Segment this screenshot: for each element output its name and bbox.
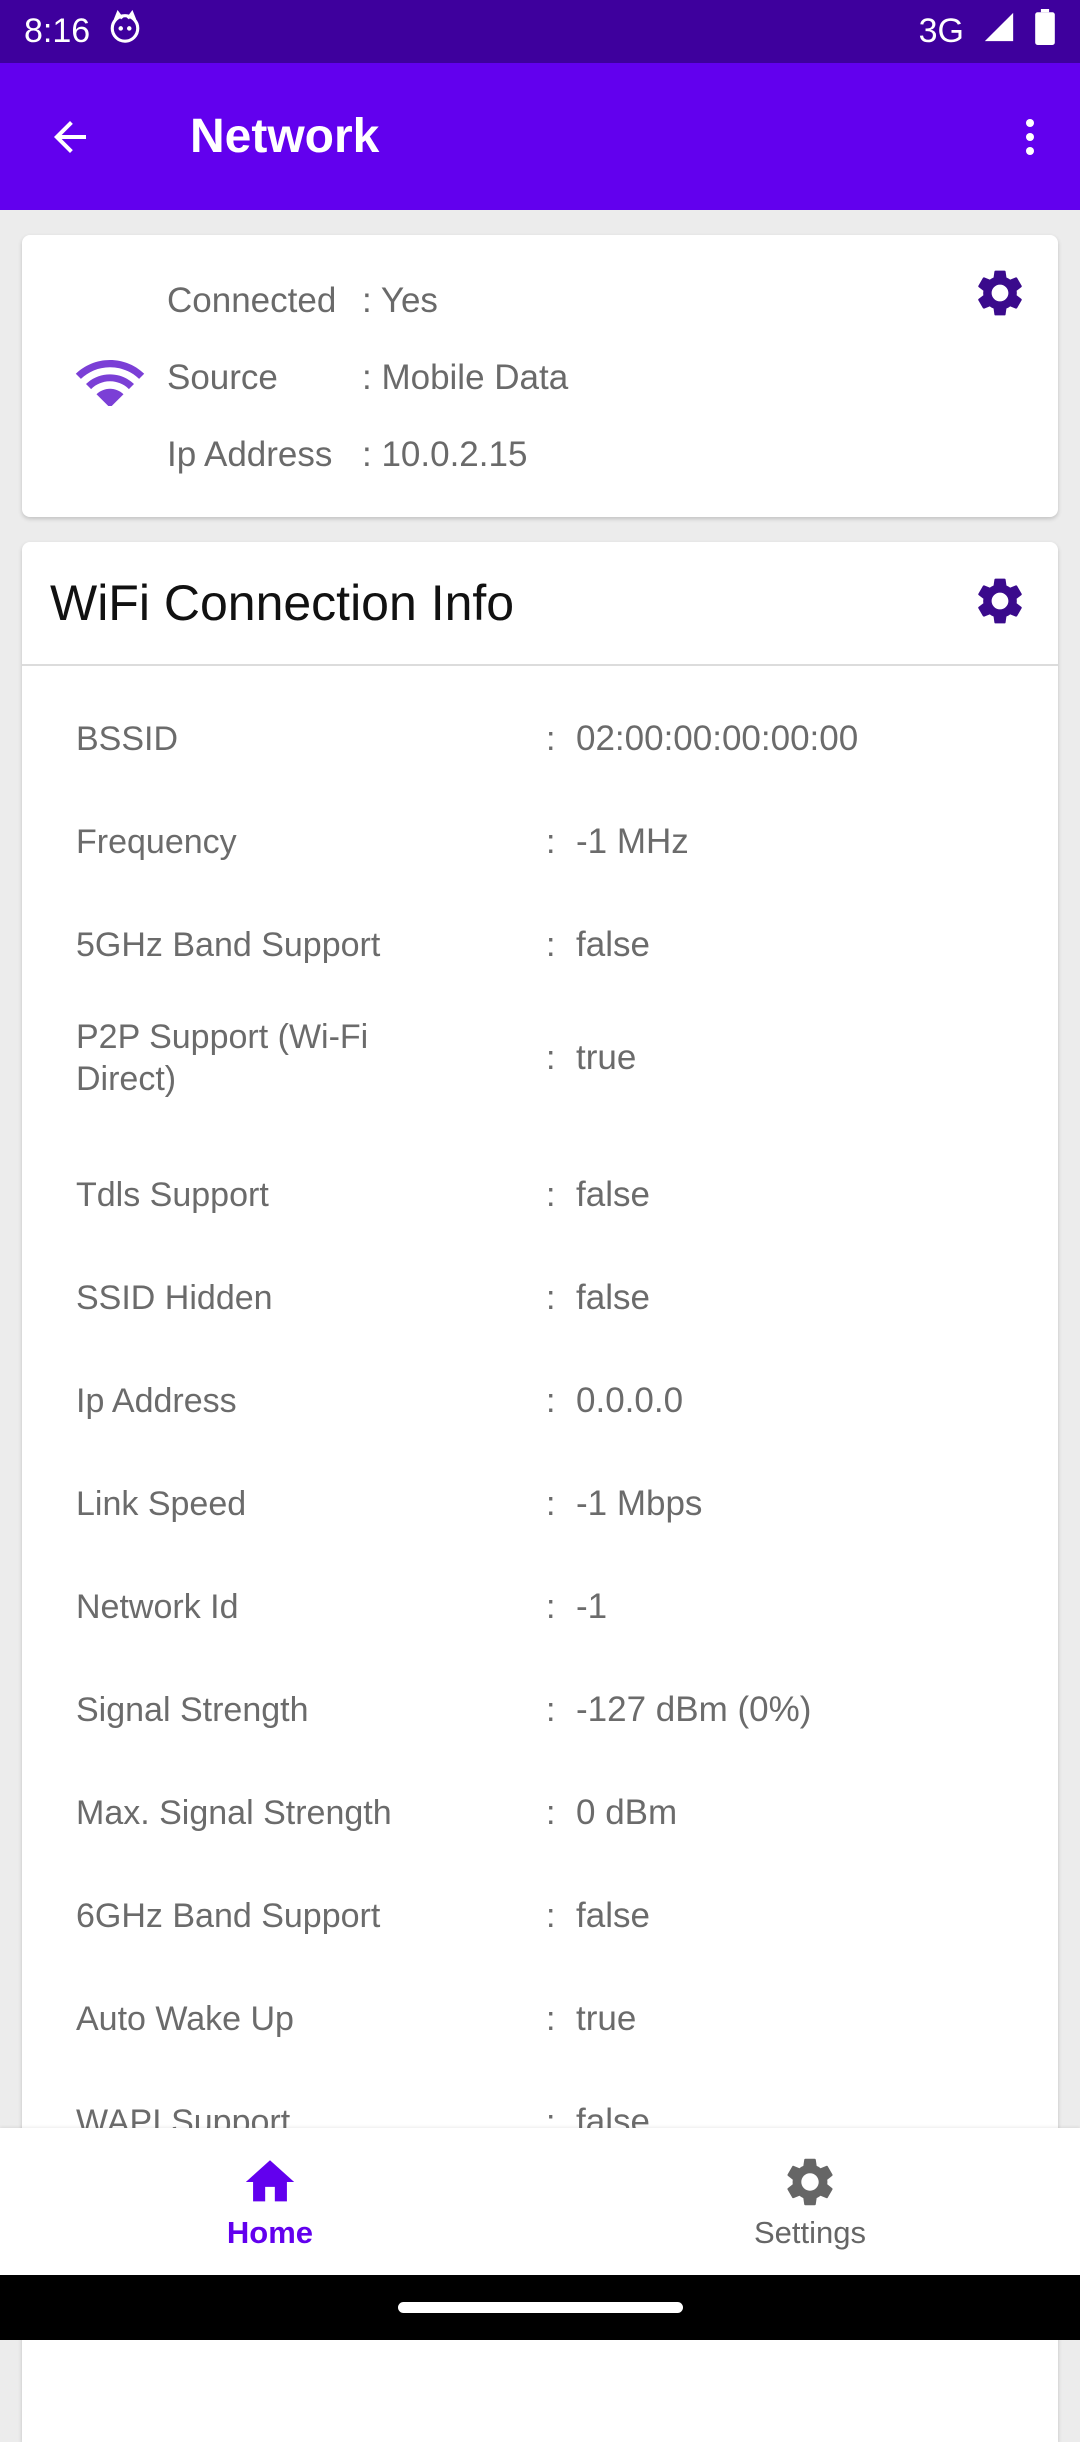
info-row-ssid-hidden: SSID Hidden : false: [76, 1263, 1026, 1333]
summary-settings-button[interactable]: [972, 265, 1028, 326]
system-gesture-bar: [0, 2275, 1080, 2340]
info-row-tdls-support: Tdls Support : false: [76, 1160, 1026, 1230]
wifi-info-header: WiFi Connection Info: [22, 542, 1058, 666]
info-separator: :: [546, 1690, 556, 1729]
info-label: Ip Address: [76, 1382, 237, 1420]
info-row-link-speed: Link Speed : -1 Mbps: [76, 1469, 1026, 1539]
info-label: 6GHz Band Support: [76, 1897, 381, 1935]
info-value: 02:00:00:00:00:00: [576, 719, 859, 758]
info-value: -1: [576, 1587, 608, 1626]
info-label: BSSID: [76, 720, 179, 758]
info-separator: :: [546, 1999, 556, 2038]
info-label: WAPI Support: [76, 2103, 291, 2128]
battery-icon: [1034, 9, 1056, 54]
info-row-signal-strength: Signal Strength : -127 dBm (0%): [76, 1675, 1026, 1745]
info-label: SSID Hidden: [76, 1279, 273, 1317]
info-value: false: [576, 1175, 650, 1214]
info-separator: :: [546, 822, 556, 861]
summary-value: : Mobile Data: [362, 358, 569, 397]
nav-settings[interactable]: Settings: [540, 2128, 1080, 2275]
network-type: 3G: [918, 12, 964, 50]
summary-value: : 10.0.2.15: [362, 435, 528, 474]
info-row-max-signal-strength: Max. Signal Strength : 0 dBm: [76, 1778, 1026, 1848]
nav-home-label: Home: [226, 2214, 314, 2250]
info-label: Frequency: [76, 823, 237, 861]
summary-label: Source: [167, 358, 278, 397]
info-value: -1 MHz: [576, 822, 689, 861]
page-title: Network: [190, 110, 380, 163]
summary-label: Ip Address: [167, 435, 333, 474]
gear-icon: [978, 270, 1022, 316]
wifi-info-title: WiFi Connection Info: [50, 575, 515, 631]
info-separator: :: [546, 1484, 556, 1523]
info-separator: :: [546, 2102, 556, 2129]
home-gesture-handle[interactable]: [397, 2302, 683, 2313]
connection-summary-card: Connected : Yes Source : Mobile Data Ip …: [22, 235, 1058, 517]
info-separator: :: [546, 719, 556, 758]
wifi-info-list[interactable]: BSSID : 02:00:00:00:00:00 Frequency : -1…: [22, 668, 1058, 2128]
info-row-network-id: Network Id : -1: [76, 1572, 1026, 1642]
nav-home[interactable]: Home: [0, 2128, 540, 2275]
bottom-navigation: Home Settings: [0, 2128, 1080, 2275]
info-separator: :: [546, 1175, 556, 1214]
info-value: -1 Mbps: [576, 1484, 703, 1523]
app-bar: Network: [0, 63, 1080, 210]
info-separator: :: [546, 1038, 556, 1077]
wifi-icon: [74, 350, 146, 411]
info-value: 0 dBm: [576, 1793, 678, 1832]
info-value: true: [576, 1038, 637, 1077]
info-row-auto-wake-up: Auto Wake Up : true: [76, 1984, 1026, 2054]
info-label: P2P Support (Wi-Fi Direct): [76, 1018, 369, 1098]
status-time: 8:16: [24, 12, 91, 50]
info-row-bssid: BSSID : 02:00:00:00:00:00: [76, 704, 1026, 774]
info-row-6ghz-band: 6GHz Band Support : false: [76, 1881, 1026, 1951]
info-label: Auto Wake Up: [76, 2000, 294, 2038]
info-value: -127 dBm (0%): [576, 1690, 812, 1729]
overflow-menu-button[interactable]: [980, 63, 1080, 210]
info-label: Link Speed: [76, 1485, 247, 1523]
status-bar: 8:16 3G: [0, 0, 1080, 63]
info-value: true: [576, 1999, 637, 2038]
nav-settings-label: Settings: [753, 2214, 866, 2250]
back-button[interactable]: [0, 63, 140, 210]
info-separator: :: [546, 1587, 556, 1626]
info-separator: :: [546, 1381, 556, 1420]
info-label: Network Id: [76, 1588, 239, 1626]
info-row-p2p-support: P2P Support (Wi-Fi Direct) : true: [76, 1010, 1026, 1106]
info-label: Tdls Support: [76, 1176, 269, 1214]
info-label: Signal Strength: [76, 1691, 309, 1729]
summary-label: Connected: [167, 281, 337, 320]
info-separator: :: [546, 1793, 556, 1832]
info-value: 0.0.0.0: [576, 1381, 684, 1420]
home-icon: [245, 2159, 295, 2201]
info-separator: :: [546, 1278, 556, 1317]
info-row-wapi-support: WAPI Support : false: [76, 2087, 1026, 2128]
more-vert-icon: [1026, 118, 1034, 155]
info-separator: :: [546, 1896, 556, 1935]
gear-icon: [787, 2158, 833, 2205]
summary-row-source: Source : Mobile Data: [167, 358, 568, 398]
info-value: false: [576, 925, 650, 964]
info-label: 5GHz Band Support: [76, 926, 381, 964]
notification-cat-icon: [108, 9, 142, 53]
signal-icon: [982, 10, 1016, 53]
info-value: false: [576, 1896, 650, 1935]
info-row-frequency: Frequency : -1 MHz: [76, 807, 1026, 877]
info-row-5ghz-band: 5GHz Band Support : false: [76, 910, 1026, 980]
gear-icon: [978, 578, 1022, 623]
info-value: false: [576, 1278, 650, 1317]
summary-row-connected: Connected : Yes: [167, 281, 438, 321]
info-row-ip-address: Ip Address : 0.0.0.0: [76, 1366, 1026, 1436]
info-separator: :: [546, 925, 556, 964]
wifi-info-settings-button[interactable]: [972, 573, 1028, 634]
summary-row-ip-address: Ip Address : 10.0.2.15: [167, 435, 527, 475]
summary-value: : Yes: [362, 281, 438, 320]
arrow-back-icon: [54, 120, 86, 153]
info-label: Max. Signal Strength: [76, 1794, 392, 1832]
info-value: false: [576, 2102, 650, 2128]
